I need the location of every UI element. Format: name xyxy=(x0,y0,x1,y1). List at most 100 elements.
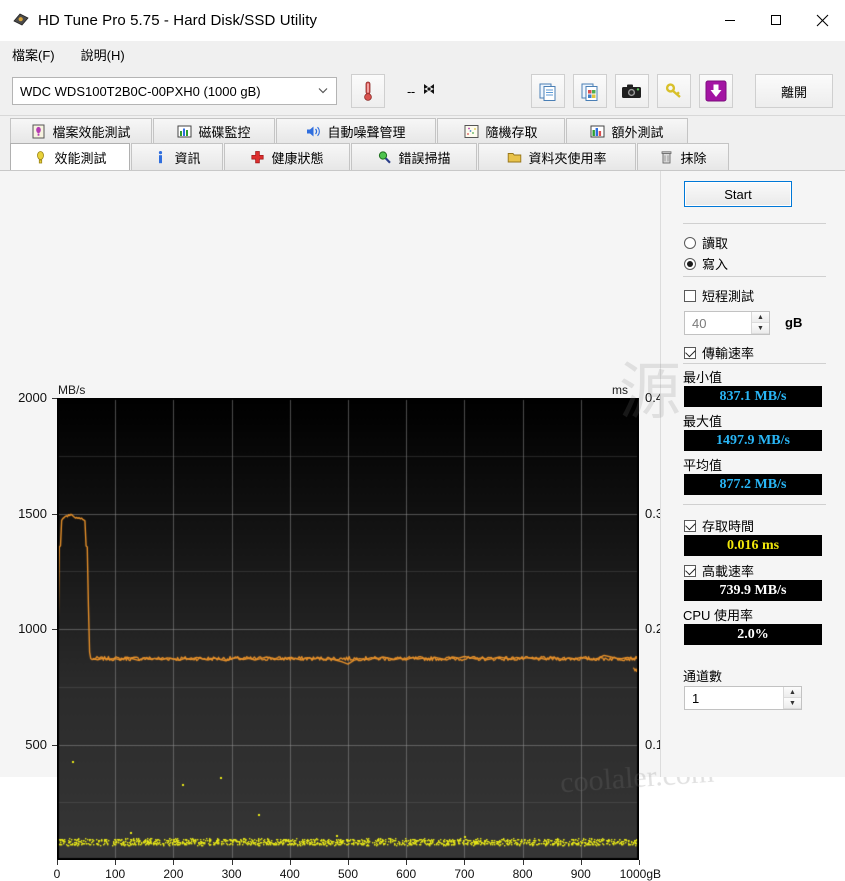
channels-input[interactable]: 1 ▲ ▼ xyxy=(684,686,802,710)
results-panel: Start 讀取 寫入 短程測試 40 ▲ ▼ gB 傳輸速率 最小值 837.… xyxy=(619,171,845,777)
divider-4 xyxy=(683,504,826,505)
menu-help[interactable]: 說明(H) xyxy=(79,43,137,66)
checkbox-short-test-label: 短程測試 xyxy=(702,289,755,304)
tab-label: 錯誤掃描 xyxy=(398,150,451,166)
divider-3 xyxy=(683,363,826,364)
avg-label: 平均值 xyxy=(683,458,723,473)
stepper-down-icon[interactable]: ▼ xyxy=(752,323,769,334)
stepper-up-icon[interactable]: ▲ xyxy=(752,312,769,323)
checkbox-access-time[interactable]: 存取時間 xyxy=(684,516,754,535)
tab-label: 抹除 xyxy=(680,150,707,166)
cpu-value: 2.0% xyxy=(684,624,822,645)
x-axis-tick-mark xyxy=(580,860,582,865)
minimize-button[interactable] xyxy=(707,0,753,40)
y-axis-tick-mark xyxy=(52,744,57,746)
tab-benchmark[interactable]: 效能測試 xyxy=(10,143,130,170)
temperature-button[interactable] xyxy=(351,74,385,108)
tab-random-access[interactable]: 隨機存取 xyxy=(437,118,565,143)
tab-health[interactable]: 健康狀態 xyxy=(224,143,350,170)
benchmark-chart: MB/s ms 500 1000 1500 2000 0.10 0.20 0.30 0.40… xyxy=(0,171,715,881)
tab-label: 隨機存取 xyxy=(485,124,538,140)
copy-icon xyxy=(539,83,556,101)
avg-value: 877.2 MB/s xyxy=(684,474,822,495)
close-button[interactable] xyxy=(799,0,845,40)
checkbox-transfer-rate-marker xyxy=(684,346,696,359)
tab-label: 健康狀態 xyxy=(271,150,324,166)
tab-row-primary: 效能測試 資訊 健康狀態 錯誤掃描 資料夾使用率 抹除 xyxy=(10,143,845,170)
save-button[interactable] xyxy=(698,74,733,108)
tab-info[interactable]: 資訊 xyxy=(131,143,223,170)
channels-stepper[interactable]: ▲ ▼ xyxy=(783,687,801,709)
y-axis-tick-mark xyxy=(52,629,57,630)
start-button-label: Start xyxy=(724,186,752,202)
folder-icon xyxy=(507,150,522,165)
y2-axis-unit-label: ms xyxy=(612,383,628,397)
checkbox-transfer-rate[interactable]: 傳輸速率 xyxy=(684,343,754,362)
x-axis-tick-mark xyxy=(57,860,58,865)
x-axis-tick: 1000gB xyxy=(619,867,661,881)
tab-strip: 檔案效能測試 磁碟監控 自動噪聲管理 隨機存取 額外測試 效能測試 資訊 健康狀… xyxy=(0,116,845,171)
short-test-size-input[interactable]: 40 ▲ ▼ xyxy=(684,311,770,335)
y-axis-tick-mark xyxy=(52,513,57,515)
radio-write-marker xyxy=(684,257,696,270)
x-axis-tick-mark xyxy=(173,860,175,865)
tab-label: 資料夾使用率 xyxy=(528,150,607,166)
stepper-up-icon[interactable]: ▲ xyxy=(784,687,801,698)
drive-select[interactable]: WDC WDS100T2B0C-00PXH0 (1000 gB) xyxy=(12,77,337,105)
short-test-size-stepper[interactable]: ▲ ▼ xyxy=(751,312,769,334)
channels-label: 通道數 xyxy=(683,669,723,684)
chevron-down-icon xyxy=(314,86,332,97)
checkbox-short-test-marker xyxy=(684,289,696,302)
tab-error-scan[interactable]: 錯誤掃描 xyxy=(351,143,477,170)
copy-color-button[interactable] xyxy=(572,74,607,108)
info-icon xyxy=(153,150,168,165)
y-axis-tick: 1000 xyxy=(18,621,47,636)
radio-write[interactable]: 寫入 xyxy=(684,254,728,273)
tab-auto-acoustic[interactable]: 自動噪聲管理 xyxy=(276,118,436,143)
min-label: 最小值 xyxy=(683,370,723,385)
tab-label: 效能測試 xyxy=(54,150,107,166)
temperature-value: -- xyxy=(407,83,415,99)
cpu-label: CPU 使用率 xyxy=(683,608,754,623)
tab-erase[interactable]: 抹除 xyxy=(637,143,729,170)
menu-file[interactable]: 檔案(F) xyxy=(10,43,67,66)
y-axis-unit-label: MB/s xyxy=(58,383,86,397)
benchmark-icon xyxy=(33,150,48,165)
tab-extra-tests[interactable]: 額外測試 xyxy=(566,118,688,143)
tab-file-benchmark[interactable]: 檔案效能測試 xyxy=(10,118,152,143)
min-value: 837.1 MB/s xyxy=(684,386,822,407)
x-axis-tick-mark xyxy=(464,860,466,865)
tab-disk-monitor[interactable]: 磁碟監控 xyxy=(153,118,275,143)
key-button[interactable] xyxy=(656,74,691,108)
toolbar: WDC WDS100T2B0C-00PXH0 (1000 gB) -- 離開 xyxy=(0,67,845,116)
extra-tests-icon xyxy=(590,124,605,139)
x-axis-tick-mark xyxy=(348,860,349,865)
screenshot-button[interactable] xyxy=(614,74,649,108)
radio-read[interactable]: 讀取 xyxy=(684,233,728,252)
channels-value: 1 xyxy=(692,690,700,706)
window-controls xyxy=(707,0,845,40)
x-axis-tick-mark xyxy=(231,860,233,865)
short-test-unit-label: gB xyxy=(785,315,803,330)
error-scan-icon xyxy=(377,150,392,165)
exit-button[interactable]: 離開 xyxy=(755,74,833,108)
tab-label: 磁碟監控 xyxy=(198,124,251,140)
tab-row-secondary: 檔案效能測試 磁碟監控 自動噪聲管理 隨機存取 額外測試 xyxy=(10,118,845,143)
start-button[interactable]: Start xyxy=(684,181,792,207)
tab-folder-usage[interactable]: 資料夾使用率 xyxy=(478,143,636,170)
checkbox-burst-rate[interactable]: 高載速率 xyxy=(684,561,754,580)
menu-bar: 檔案(F) 說明(H) xyxy=(0,41,845,67)
divider-2 xyxy=(683,276,826,277)
y-axis-tick: 1500 xyxy=(18,505,47,521)
key-icon xyxy=(665,83,681,98)
stepper-down-icon[interactable]: ▼ xyxy=(784,698,801,709)
checkbox-burst-rate-label: 高載速率 xyxy=(702,564,755,579)
tab-label: 檔案效能測試 xyxy=(52,124,131,140)
maximize-button[interactable] xyxy=(753,0,799,40)
chart-plot-canvas xyxy=(57,398,639,860)
radio-read-marker xyxy=(684,236,696,249)
tab-label: 資訊 xyxy=(174,150,201,166)
max-label: 最大值 xyxy=(683,414,723,429)
checkbox-short-test[interactable]: 短程測試 xyxy=(684,286,754,305)
copy-button[interactable] xyxy=(530,74,565,108)
